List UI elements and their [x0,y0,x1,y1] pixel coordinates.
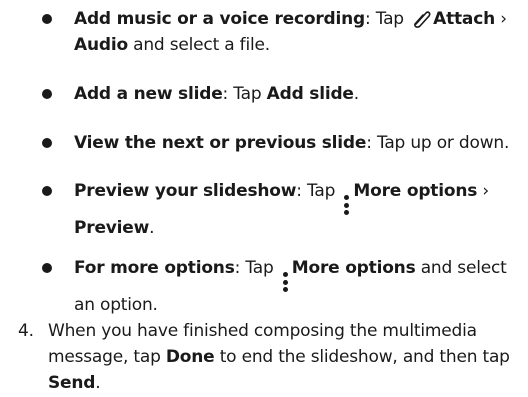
bullet-title: For more options [74,258,235,278]
bullet-dot [42,138,52,148]
step-number: 4. [18,321,34,341]
step-text: When you have finished composing the mul… [48,321,510,393]
bullet-add-music: Add music or a voice recording: Tap Atta… [42,6,526,58]
more-options-icon [282,272,289,292]
bullet-add-slide: Add a new slide: Tap Add slide. [42,81,526,107]
paperclip-icon [409,6,433,32]
bullet-title: Preview your slideshow [74,181,297,201]
bullet-dot [42,89,52,99]
bullet-title: View the next or previous slide [74,133,367,153]
bullet-title: Add music or a voice recording [74,9,365,29]
bullet-view-slide: View the next or previous slide: Tap up … [42,130,526,156]
bullet-dot [42,186,52,196]
bullet-preview: Preview your slideshow: Tap More options… [42,178,526,241]
bullet-dot [42,263,52,273]
bullet-dot [42,14,52,24]
instructions-page: Add music or a voice recording: Tap Atta… [0,0,528,397]
bullet-more-options: For more options: Tap More options and s… [42,255,526,318]
bullet-title: Add a new slide [74,84,223,104]
more-options-icon [344,195,350,215]
